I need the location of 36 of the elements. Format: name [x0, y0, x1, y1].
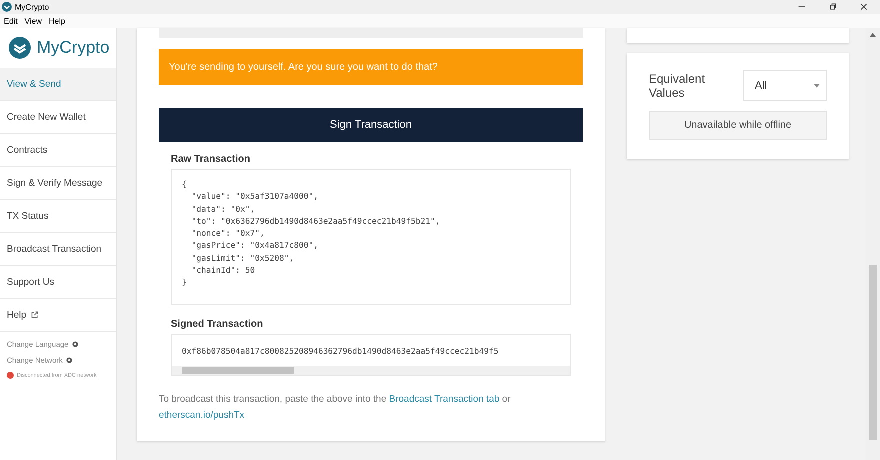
window-title: MyCrypto: [15, 2, 50, 12]
warning-banner: You're sending to yourself. Are you sure you want to do that?: [159, 49, 583, 85]
sidebar-item[interactable]: Create New Wallet: [0, 101, 116, 134]
logo-text: MyCrypto: [37, 38, 110, 58]
scrollbar-thumb[interactable]: [182, 367, 294, 374]
equivalent-values-label: Equivalent Values: [649, 72, 706, 100]
logo-icon: [9, 37, 31, 59]
close-icon[interactable]: [860, 3, 868, 11]
scrollbar-thumb[interactable]: [869, 265, 877, 440]
sidebar-item[interactable]: View & Send: [0, 68, 116, 101]
gear-icon[interactable]: [72, 341, 79, 348]
currency-dropdown[interactable]: All: [743, 70, 827, 101]
menu-item[interactable]: View: [24, 16, 42, 26]
section-label: Raw Transaction: [171, 154, 252, 165]
horizontal-scrollbar[interactable]: [172, 366, 570, 375]
section-label: Signed Transaction: [171, 319, 264, 330]
sidebar-item[interactable]: Help: [0, 299, 116, 332]
app-logo-icon: [2, 2, 12, 12]
sidebar-item[interactable]: TX Status: [0, 200, 116, 233]
sidebar-item[interactable]: Support Us: [0, 266, 116, 299]
sign-transaction-button[interactable]: Sign Transaction: [159, 108, 583, 142]
sidebar-item[interactable]: Sign & Verify Message: [0, 167, 116, 200]
signed-transaction-field[interactable]: 0xf86b078504a817c800825208946362796db1490d8463e2aa5f49ccec21b49f5: [171, 334, 571, 376]
sidebar-item[interactable]: Broadcast Transaction: [0, 233, 116, 266]
menu-item[interactable]: Edit: [4, 16, 18, 26]
etherscan-link[interactable]: etherscan.io/pushTx: [159, 410, 245, 421]
gear-icon[interactable]: [66, 357, 73, 364]
footer-text: To broadcast this transaction, paste the above into the Broadcast Transaction tab or etherscan.io/pushTx: [159, 393, 512, 423]
unavailable-button[interactable]: Unavailable while offline: [649, 111, 827, 140]
scroll-up-icon[interactable]: [870, 33, 876, 37]
caret-icon: [814, 84, 820, 88]
broadcast-link[interactable]: Broadcast Transaction tab: [389, 394, 500, 405]
sidebar-item[interactable]: Contracts: [0, 134, 116, 167]
menu-item[interactable]: Help: [49, 16, 66, 26]
restore-icon[interactable]: [829, 3, 837, 11]
raw-transaction-code: { "value": "0x5af3107a4000", "data": "0x", "to": "0x6362796db1490d8463e2aa5f49ccec21b49f5b21", "nonce": "0x7", "gasPrice": "0x4a817c800", "gasLimit": "0x5208", "chainId": 50 }: [171, 169, 571, 305]
